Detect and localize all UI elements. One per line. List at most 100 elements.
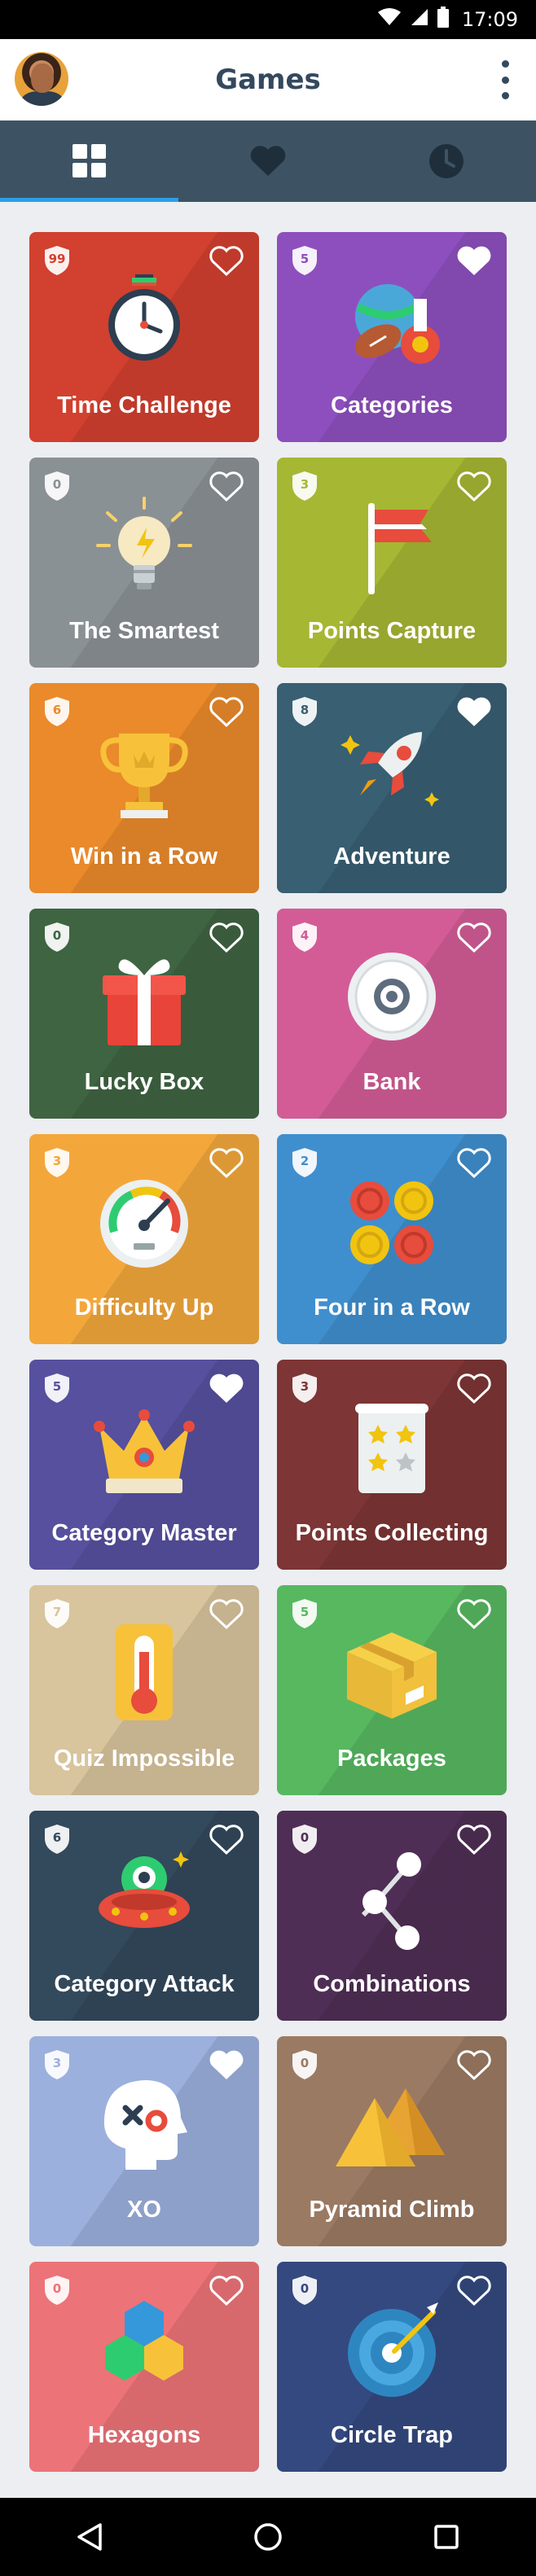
game-tile[interactable]: 4 Bank xyxy=(277,909,507,1119)
game-tile[interactable]: 3 Points Collecting xyxy=(277,1360,507,1570)
gauge-icon xyxy=(100,1180,188,1268)
heart-outline-icon[interactable] xyxy=(209,471,244,503)
game-label: Points Capture xyxy=(307,618,477,644)
level-count: 4 xyxy=(300,928,310,943)
system-nav-bar xyxy=(0,2498,536,2576)
home-button[interactable] xyxy=(244,2512,292,2561)
battery-icon xyxy=(437,7,449,33)
shield-badge-icon: 0 xyxy=(44,471,70,502)
target-icon xyxy=(348,2302,438,2397)
checkers-icon xyxy=(350,1181,433,1264)
game-tile[interactable]: 7 Quiz Impossible xyxy=(29,1585,259,1795)
game-label: Lucky Box xyxy=(84,1069,204,1095)
game-tile[interactable]: 5 Categories xyxy=(277,232,507,442)
game-tile[interactable]: 5 Packages xyxy=(277,1585,507,1795)
game-tile[interactable]: 8 Adventure xyxy=(277,683,507,893)
games-grid: 99 Time Challenge 5 Categories 0 The Smartest… xyxy=(29,232,507,2472)
tab-favorites[interactable] xyxy=(178,120,357,202)
game-tile[interactable]: 2 Four in a Row xyxy=(277,1134,507,1344)
game-label: Pyramid Climb xyxy=(309,2197,475,2223)
clock-icon xyxy=(429,144,464,178)
game-tile[interactable]: 0 Lucky Box xyxy=(29,909,259,1119)
level-count: 0 xyxy=(52,477,62,492)
game-tile[interactable]: 3 Points Capture xyxy=(277,458,507,668)
shield-badge-icon: 0 xyxy=(44,2275,70,2306)
trophy-icon xyxy=(100,734,188,818)
shield-badge-icon: 0 xyxy=(292,1824,318,1855)
status-time: 17:09 xyxy=(461,8,518,31)
level-count: 5 xyxy=(300,1605,310,1619)
recents-button[interactable] xyxy=(422,2512,471,2561)
sports-balls-icon xyxy=(354,284,440,364)
thermometer-icon xyxy=(116,1624,173,1720)
game-tile[interactable]: 0 Circle Trap xyxy=(277,2262,507,2472)
shield-badge-icon: 8 xyxy=(292,696,318,727)
heart-outline-icon[interactable] xyxy=(456,2049,492,2082)
game-tile[interactable]: 0 Pyramid Climb xyxy=(277,2036,507,2246)
game-label: Four in a Row xyxy=(314,1295,470,1321)
heart-outline-icon[interactable] xyxy=(209,1147,244,1180)
package-icon xyxy=(347,1632,437,1719)
game-label: Combinations xyxy=(313,1971,471,1997)
heart-outline-icon[interactable] xyxy=(456,1373,492,1405)
shield-badge-icon: 2 xyxy=(292,1147,318,1178)
heart-filled-icon[interactable] xyxy=(456,245,492,278)
shield-badge-icon: 6 xyxy=(44,1824,70,1855)
tab-history[interactable] xyxy=(358,120,536,202)
heart-outline-icon[interactable] xyxy=(209,1824,244,1856)
game-tile[interactable]: 6 Category Attack xyxy=(29,1811,259,2021)
level-count: 0 xyxy=(300,2056,310,2070)
flag-icon xyxy=(368,503,432,594)
heart-filled-icon[interactable] xyxy=(456,696,492,729)
heart-outline-icon[interactable] xyxy=(456,1598,492,1631)
level-count: 0 xyxy=(300,2281,310,2296)
heart-outline-icon[interactable] xyxy=(456,922,492,954)
heart-filled-icon[interactable] xyxy=(209,2049,244,2082)
game-tile[interactable]: 5 Category Master xyxy=(29,1360,259,1570)
game-tile[interactable]: 6 Win in a Row xyxy=(29,683,259,893)
shield-badge-icon: 3 xyxy=(292,471,318,502)
shield-badge-icon: 3 xyxy=(292,1373,318,1404)
heart-outline-icon[interactable] xyxy=(209,696,244,729)
level-count: 3 xyxy=(52,1154,62,1168)
heart-filled-icon[interactable] xyxy=(209,1373,244,1405)
heart-outline-icon[interactable] xyxy=(209,2275,244,2307)
shield-badge-icon: 6 xyxy=(44,696,70,727)
shield-badge-icon: 4 xyxy=(292,922,318,953)
game-tile[interactable]: 0 Hexagons xyxy=(29,2262,259,2472)
more-options-icon[interactable] xyxy=(499,60,512,99)
shield-badge-icon: 0 xyxy=(292,2275,318,2306)
game-tile[interactable]: 0 The Smartest xyxy=(29,458,259,668)
back-icon xyxy=(77,2523,102,2551)
shield-badge-icon: 5 xyxy=(292,1598,318,1629)
game-label: Categories xyxy=(331,392,453,418)
game-label: Adventure xyxy=(333,843,450,870)
signal-icon xyxy=(410,7,429,32)
heart-outline-icon[interactable] xyxy=(456,2275,492,2307)
game-tile[interactable]: 0 Combinations xyxy=(277,1811,507,2021)
game-label: XO xyxy=(127,2197,161,2223)
level-count: 6 xyxy=(52,703,62,717)
grid-icon xyxy=(72,144,106,177)
heart-outline-icon[interactable] xyxy=(456,1147,492,1180)
heart-outline-icon[interactable] xyxy=(209,245,244,278)
game-label: Packages xyxy=(337,1746,446,1772)
heart-outline-icon[interactable] xyxy=(456,1824,492,1856)
back-button[interactable] xyxy=(65,2512,114,2561)
heart-icon xyxy=(250,146,286,176)
game-label: Win in a Row xyxy=(70,843,218,870)
heart-outline-icon[interactable] xyxy=(209,922,244,954)
game-tile[interactable]: 99 Time Challenge xyxy=(29,232,259,442)
heart-outline-icon[interactable] xyxy=(456,471,492,503)
game-tile[interactable]: 3 XO xyxy=(29,2036,259,2246)
game-label: Bank xyxy=(362,1069,421,1095)
game-tile[interactable]: 3 Difficulty Up xyxy=(29,1134,259,1344)
tab-all-games[interactable] xyxy=(0,120,179,202)
status-bar: 17:09 xyxy=(0,0,536,39)
level-count: 5 xyxy=(300,252,310,266)
level-count: 0 xyxy=(52,928,62,943)
game-label: Circle Trap xyxy=(331,2422,453,2448)
lightbulb-icon xyxy=(96,497,192,589)
level-count: 7 xyxy=(52,1605,62,1619)
heart-outline-icon[interactable] xyxy=(209,1598,244,1631)
